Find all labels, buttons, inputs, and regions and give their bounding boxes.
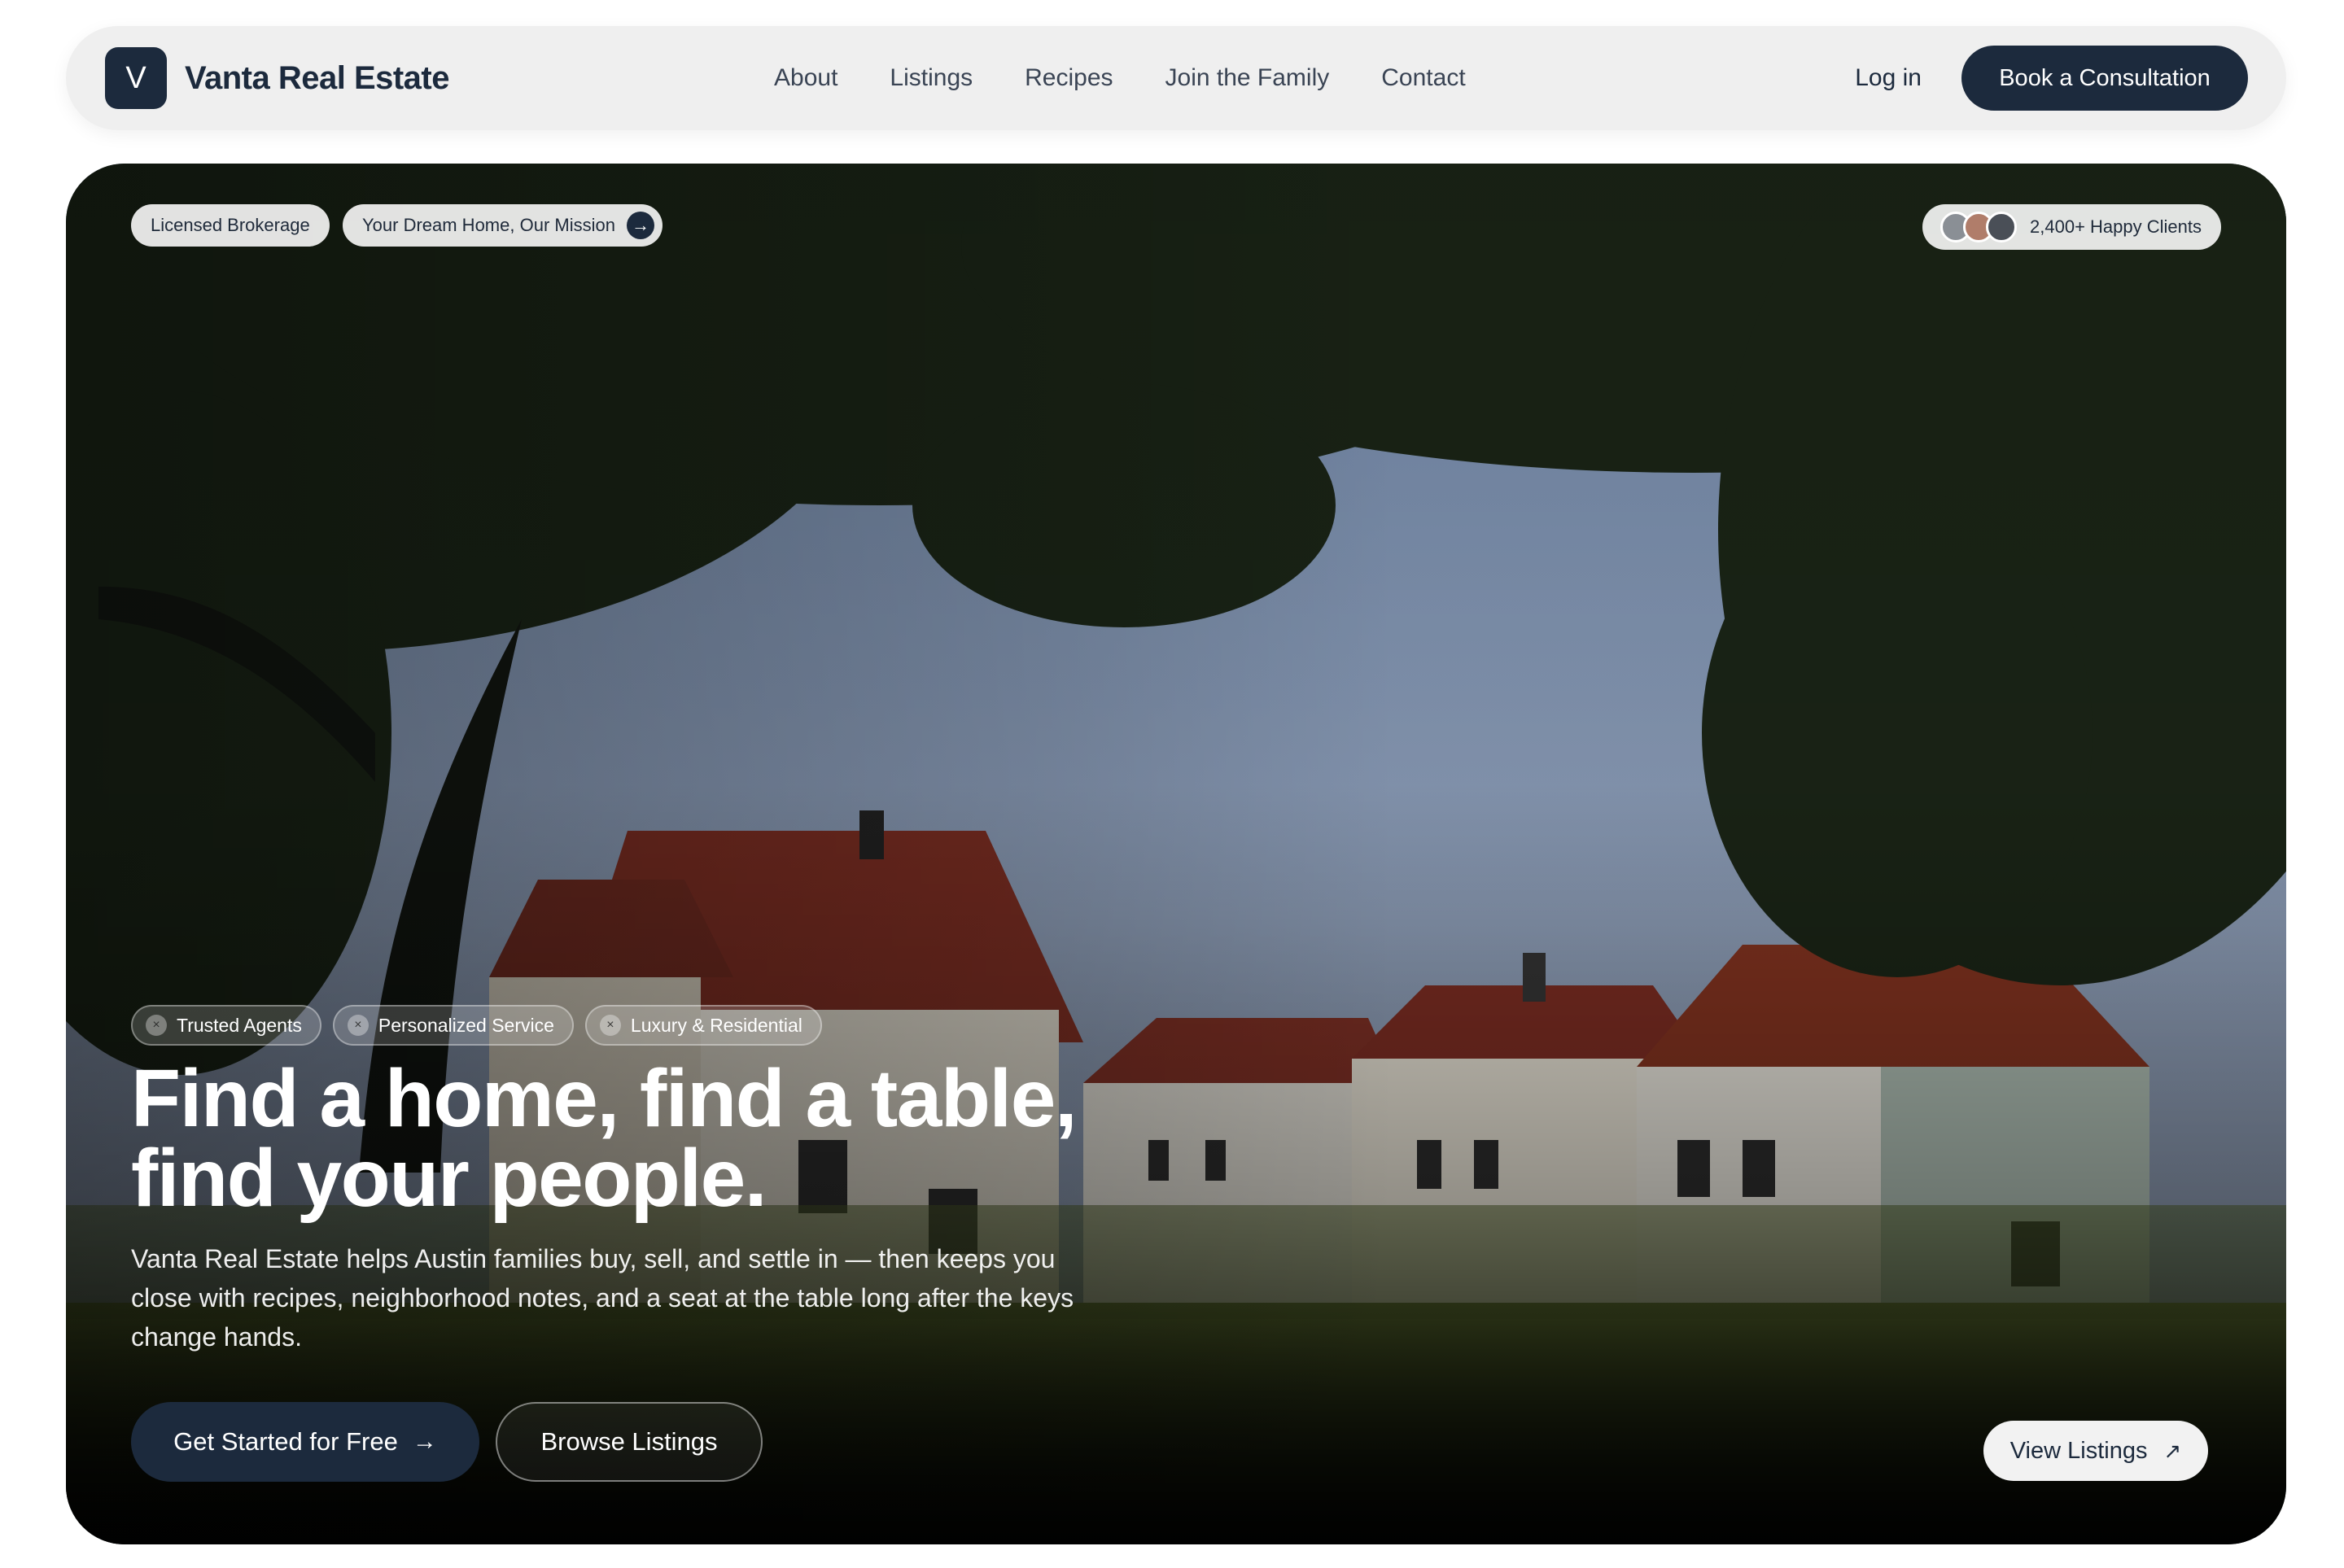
close-icon: × [347, 1015, 369, 1036]
nav-link-about[interactable]: About [774, 64, 837, 92]
view-listings-label: View Listings [2009, 1437, 2148, 1464]
tag-trusted-agents[interactable]: × Trusted Agents [131, 1005, 321, 1046]
brand-logo: V [105, 47, 167, 109]
tag-label: Personalized Service [378, 1014, 554, 1036]
headline-line-2: find your people. [131, 1133, 767, 1224]
get-started-label: Get Started for Free [173, 1427, 398, 1456]
feature-tags: × Trusted Agents × Personalized Service … [131, 1005, 833, 1046]
top-nav: V Vanta Real Estate About Listings Recip… [66, 26, 2286, 130]
get-started-button[interactable]: Get Started for Free → [131, 1402, 479, 1482]
nav-link-join-family[interactable]: Join the Family [1165, 64, 1330, 92]
book-consultation-button[interactable]: Book a Consultation [1961, 46, 2248, 111]
hero-subtext: Vanta Real Estate helps Austin families … [131, 1244, 1074, 1352]
close-icon: × [599, 1015, 621, 1036]
nav-links: About Listings Recipes Join the Family C… [774, 26, 1466, 130]
happy-clients-badge: 2,400+ Happy Clients [1922, 204, 2221, 250]
view-listings-button[interactable]: View Listings ↗ [1983, 1421, 2208, 1481]
arrow-right-icon: → [412, 1428, 437, 1455]
tag-label: Trusted Agents [177, 1014, 302, 1036]
close-icon: × [146, 1015, 167, 1036]
tag-personalized-service[interactable]: × Personalized Service [332, 1005, 574, 1046]
browse-listings-button[interactable]: Browse Listings [496, 1402, 763, 1482]
arrow-right-icon: → [626, 212, 654, 239]
hero-headline: Find a home, find a table, find your peo… [131, 1053, 1189, 1224]
arrow-up-right-icon: ↗ [2163, 1438, 2182, 1463]
login-link[interactable]: Log in [1855, 26, 1922, 130]
tag-label: Luxury & Residential [630, 1014, 802, 1036]
nav-link-contact[interactable]: Contact [1381, 64, 1465, 92]
happy-clients-label: 2,400+ Happy Clients [2030, 216, 2202, 237]
mission-link-pill[interactable]: Your Dream Home, Our Mission → [343, 204, 663, 247]
licensed-brokerage-badge: Licensed Brokerage [131, 204, 330, 247]
client-avatars [1940, 212, 2018, 242]
headline-line-1: Find a home, find a table, [131, 1053, 1078, 1144]
mission-label: Your Dream Home, Our Mission [362, 215, 615, 235]
brand-name: Vanta Real Estate [185, 59, 450, 96]
nav-link-listings[interactable]: Listings [890, 64, 973, 92]
nav-link-recipes[interactable]: Recipes [1025, 64, 1113, 92]
brand[interactable]: V Vanta Real Estate [105, 46, 450, 110]
tag-luxury-residential[interactable]: × Luxury & Residential [584, 1005, 822, 1046]
hero: Licensed Brokerage Your Dream Home, Our … [66, 164, 2286, 1544]
licensed-brokerage-label: Licensed Brokerage [151, 215, 310, 235]
avatar [1986, 212, 2018, 242]
